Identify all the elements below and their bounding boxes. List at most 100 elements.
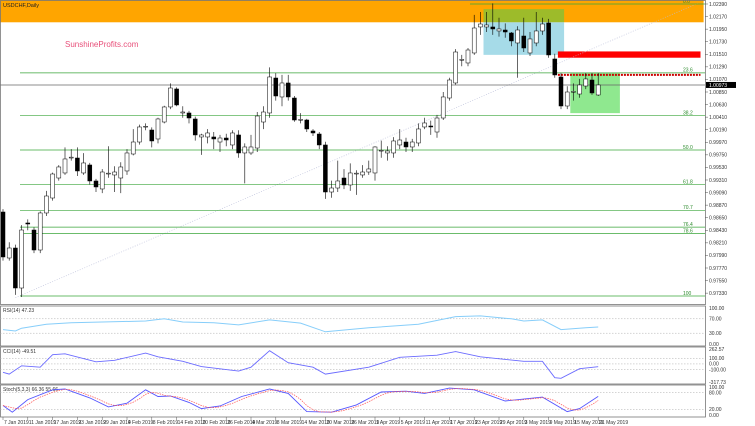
candle-bullish — [459, 59, 465, 61]
candle-bullish — [56, 166, 62, 179]
stoch-axis-label: 0.00 — [709, 413, 719, 419]
candle-bearish — [211, 136, 217, 140]
candle-bearish — [273, 77, 279, 97]
price-tick-label: 1.01510 — [709, 52, 727, 58]
candle-bullish — [242, 146, 248, 154]
candle-bullish — [99, 171, 105, 190]
chart-title: USDCHF,Daily — [3, 3, 39, 9]
date-tick-label: 11 Jan 2019 — [29, 420, 56, 426]
candle-bullish — [533, 30, 539, 44]
candle-bullish — [440, 96, 446, 119]
candle-bearish — [490, 26, 496, 30]
candle-bullish — [453, 51, 458, 84]
candle-bearish — [93, 180, 99, 188]
candle-bullish — [180, 111, 186, 114]
candle-bullish — [397, 139, 403, 146]
cci-axis-label: -100.00 — [709, 367, 726, 373]
candle-bullish — [372, 146, 378, 174]
candle-bullish — [465, 49, 471, 64]
fib-level-label: 38.2 — [683, 110, 693, 116]
candle-bullish — [347, 172, 353, 186]
price-tick-label: 1.02390 — [709, 2, 727, 8]
fib-level-label: 100 — [683, 291, 692, 297]
price-tick-label: 0.99970 — [709, 140, 727, 146]
date-tick-label: 29 Jan 2019 — [103, 420, 131, 426]
date-tick-label: 23 Apr 2019 — [475, 420, 502, 426]
candle-bullish — [199, 134, 204, 138]
candle-bearish — [509, 32, 514, 42]
candle-bullish — [254, 115, 260, 149]
candle-bullish — [471, 27, 477, 54]
candle-bearish — [521, 35, 527, 49]
candle-bullish — [577, 84, 582, 95]
candle-bullish — [298, 119, 303, 121]
candle-bullish — [484, 24, 489, 28]
candle-bearish — [502, 29, 508, 33]
rsi-axis-label: 70.00 — [709, 317, 722, 323]
candle-bullish — [81, 162, 86, 174]
date-tick-label: 23 Jan 2019 — [78, 420, 106, 426]
candle-bearish — [558, 76, 564, 107]
candle-bullish — [44, 195, 49, 214]
date-tick-label: 17 Jan 2019 — [54, 420, 82, 426]
candle-bearish — [149, 129, 155, 142]
date-tick-label: 7 Jan 2019 — [4, 420, 29, 426]
candle-bearish — [292, 97, 297, 121]
candle-bearish — [186, 112, 192, 119]
candle-bullish — [329, 187, 334, 193]
candle-bullish — [416, 128, 421, 144]
price-tick-label: 0.98870 — [709, 203, 727, 209]
fib-level-label: 23.6 — [683, 68, 693, 74]
candle-bullish — [62, 158, 68, 174]
candle-bearish — [31, 229, 37, 251]
candle-bullish — [137, 126, 142, 143]
candle-bullish — [261, 111, 266, 123]
candle-bullish — [478, 23, 483, 28]
candle-bullish — [527, 38, 533, 54]
chart-window: 0.0 23.6 38.2 50.0 61.8 70.7 76.4 78.6 100 1.023… — [0, 0, 755, 426]
candle-bullish — [19, 229, 24, 289]
rsi-axis-label: 30.00 — [709, 331, 722, 337]
price-tick-label: 0.99090 — [709, 190, 727, 196]
candle-bullish — [335, 180, 341, 189]
candle-bearish — [285, 82, 291, 98]
candle-bearish — [403, 141, 409, 148]
price-tick-label: 0.97770 — [709, 266, 727, 272]
watermark: SunshineProfits.com — [65, 40, 139, 49]
candle-bullish — [230, 132, 235, 146]
cci-label: CCI(14) -49.51 — [3, 349, 36, 355]
cci-panel — [0, 346, 706, 385]
candle-bullish — [118, 166, 124, 179]
candlestick-chart[interactable]: 0.023.638.250.061.870.776.478.6100 1.023… — [0, 0, 755, 426]
cci-axis-label: 262.57 — [709, 347, 725, 353]
candle-bearish — [75, 157, 80, 172]
candle-bearish — [552, 58, 558, 76]
candle-bearish — [310, 130, 316, 134]
indicator-panels: 100.0070.0030.000.00RSI(14) 47.23262.571… — [0, 305, 726, 419]
rsi-panel — [0, 305, 706, 347]
candle-bearish — [546, 22, 551, 56]
price-tick-label: 0.97550 — [709, 278, 727, 284]
candle-bullish — [409, 141, 415, 148]
fib-level-label: 76.4 — [683, 222, 693, 228]
stoch-panel — [0, 384, 706, 418]
price-tick-label: 1.00850 — [709, 90, 727, 96]
date-tick-label: 17 Apr 2019 — [450, 420, 477, 426]
date-tick-label: 4 Mar 2019 — [252, 420, 278, 426]
price-tick-label: 1.00410 — [709, 115, 727, 121]
date-tick-label: 9 May 2019 — [550, 420, 576, 426]
candle-bullish — [385, 150, 390, 154]
fib-level-label: 61.8 — [683, 179, 693, 185]
candle-bullish — [217, 137, 223, 143]
stoch-axis-label: 80.00 — [709, 390, 722, 396]
price-tick-label: 0.99530 — [709, 165, 727, 171]
price-tick-label: 0.97330 — [709, 291, 727, 297]
rsi-label: RSI(14) 47.23 — [3, 308, 34, 314]
candle-bullish — [360, 171, 365, 176]
candle-bullish — [68, 156, 74, 159]
price-tick-label: 1.00630 — [709, 102, 727, 108]
red-resistance-bar — [557, 51, 701, 58]
fib-level-label: 70.7 — [683, 205, 693, 211]
price-tick-label: 0.99310 — [709, 178, 727, 184]
candle-bearish — [341, 177, 347, 186]
